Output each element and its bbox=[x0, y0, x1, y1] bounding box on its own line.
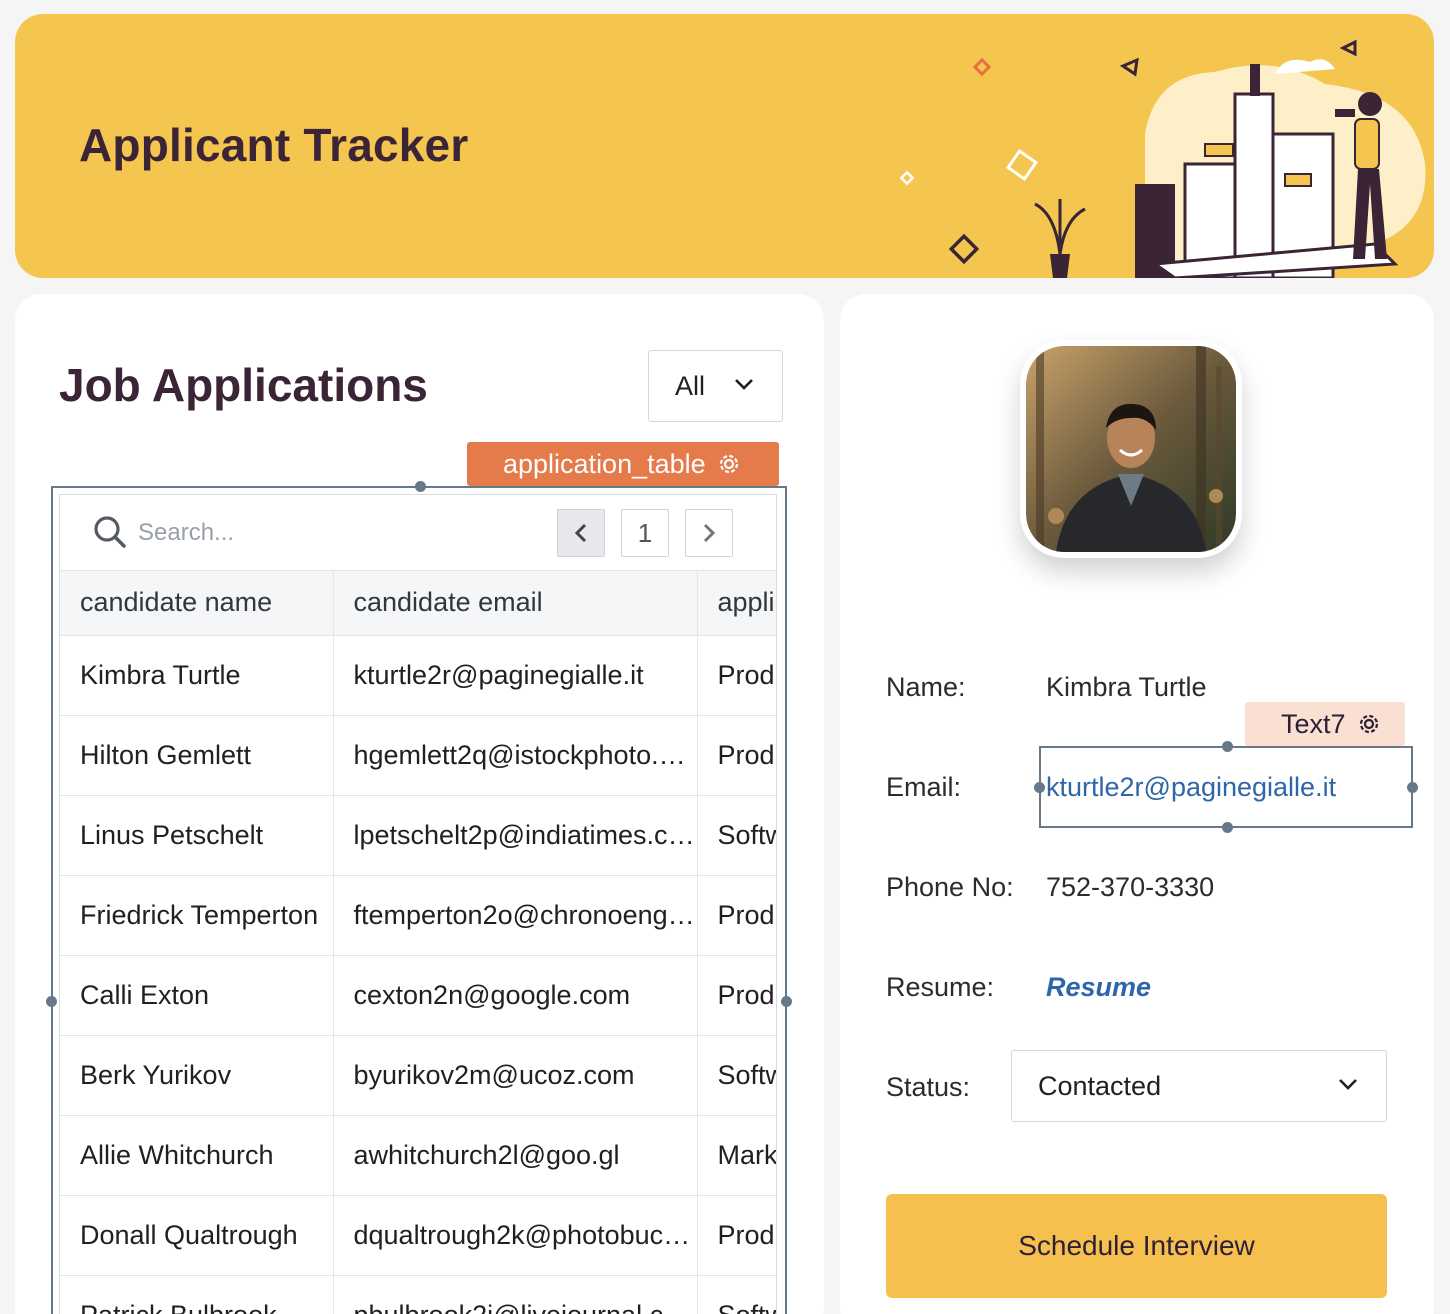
candidate-details-card: Name: Kimbra Turtle Text7 Email: kturtle… bbox=[840, 294, 1434, 1314]
cell-role: Softw bbox=[697, 795, 776, 876]
chevron-left-icon bbox=[574, 523, 587, 543]
filter-selected-value: All bbox=[675, 370, 706, 401]
resize-handle-right[interactable] bbox=[1407, 782, 1418, 793]
table-toolbar: 1 bbox=[60, 495, 776, 571]
cell-email: pbulbrook2j@livejournal.com bbox=[333, 1275, 698, 1314]
cell-name: Hilton Gemlett bbox=[60, 715, 334, 796]
cell-name: Patrick Bulbrook bbox=[60, 1275, 334, 1314]
resume-link[interactable]: Resume bbox=[1046, 972, 1151, 1003]
candidate-photo bbox=[1026, 346, 1236, 552]
resize-handle-top[interactable] bbox=[415, 481, 426, 492]
email-label: Email: bbox=[886, 772, 962, 802]
cell-email: awhitchurch2l@goo.gl bbox=[333, 1115, 698, 1196]
name-value: Kimbra Turtle bbox=[1046, 672, 1207, 702]
cell-email: kturtle2r@paginegialle.it bbox=[333, 635, 698, 716]
cell-name: Donall Qualtrough bbox=[60, 1195, 334, 1276]
cell-name: Linus Petschelt bbox=[60, 795, 334, 876]
email-value[interactable]: kturtle2r@paginegialle.it bbox=[1046, 772, 1336, 803]
application-table[interactable]: 1 candidate name candidate email appli K… bbox=[59, 494, 777, 1314]
chevron-down-icon bbox=[735, 379, 753, 390]
application-table-widget-label[interactable]: application_table bbox=[467, 442, 779, 486]
previous-page-button[interactable] bbox=[557, 509, 605, 557]
widget-name: application_table bbox=[503, 448, 706, 479]
status-select[interactable]: Contacted bbox=[1011, 1050, 1387, 1122]
table-row[interactable]: Calli Exton cexton2n@google.com Prod bbox=[60, 955, 776, 1036]
phone-label: Phone No: bbox=[886, 872, 1014, 902]
cell-email: lpetschelt2p@indiatimes.com bbox=[333, 795, 698, 876]
candidate-avatar bbox=[1020, 340, 1242, 558]
resize-handle-left[interactable] bbox=[1034, 782, 1045, 793]
cell-role: Softw bbox=[697, 1275, 776, 1314]
resize-handle-top[interactable] bbox=[1222, 741, 1233, 752]
cell-name: Calli Exton bbox=[60, 955, 334, 1036]
gear-icon[interactable] bbox=[1358, 713, 1380, 735]
resize-handle-right[interactable] bbox=[781, 996, 792, 1007]
table-search-input[interactable] bbox=[138, 515, 438, 551]
chevron-right-icon bbox=[703, 523, 716, 543]
city-illustration bbox=[899, 39, 1426, 278]
applications-card: Job Applications All application_table 1 bbox=[15, 294, 824, 1314]
cell-role: Prod bbox=[697, 1195, 776, 1276]
resize-handle-bottom[interactable] bbox=[1222, 822, 1233, 833]
table-header-row: candidate name candidate email appli bbox=[60, 571, 776, 636]
table-row[interactable]: Patrick Bulbrook pbulbrook2j@livejournal… bbox=[60, 1275, 776, 1314]
schedule-interview-button[interactable]: Schedule Interview bbox=[886, 1194, 1387, 1298]
table-row[interactable]: Friedrick Temperton ftemperton2o@chronoe… bbox=[60, 875, 776, 956]
cell-email: byurikov2m@ucoz.com bbox=[333, 1035, 698, 1116]
cell-email: ftemperton2o@chronoengine.com bbox=[333, 875, 698, 956]
next-page-button[interactable] bbox=[685, 509, 733, 557]
gear-icon[interactable] bbox=[718, 453, 740, 475]
applications-grid: candidate name candidate email appli Kim… bbox=[60, 571, 776, 1314]
text7-widget-label[interactable]: Text7 bbox=[1245, 702, 1405, 746]
cell-role: Prod bbox=[697, 875, 776, 956]
cell-role: Mark bbox=[697, 1115, 776, 1196]
cell-role: Softw bbox=[697, 1035, 776, 1116]
cell-role: Prod bbox=[697, 955, 776, 1036]
table-row[interactable]: Hilton Gemlett hgemlett2q@istockphoto.co… bbox=[60, 715, 776, 796]
name-label: Name: bbox=[886, 672, 966, 702]
search-icon bbox=[94, 516, 126, 548]
cell-role: Prod bbox=[697, 635, 776, 716]
table-row[interactable]: Donall Qualtrough dqualtrough2k@photobuc… bbox=[60, 1195, 776, 1276]
cell-email: cexton2n@google.com bbox=[333, 955, 698, 1036]
status-selected-value: Contacted bbox=[1038, 1070, 1162, 1101]
table-row[interactable]: Linus Petschelt lpetschelt2p@indiatimes.… bbox=[60, 795, 776, 876]
column-header-application[interactable]: appli bbox=[697, 571, 776, 636]
header-banner: Applicant Tracker bbox=[15, 14, 1434, 278]
applications-filter-select[interactable]: All bbox=[648, 350, 783, 422]
status-label: Status: bbox=[886, 1072, 971, 1102]
cell-role: Prod bbox=[697, 715, 776, 796]
column-header-email[interactable]: candidate email bbox=[333, 571, 698, 636]
table-row[interactable]: Allie Whitchurch awhitchurch2l@goo.gl Ma… bbox=[60, 1115, 776, 1196]
cell-name: Kimbra Turtle bbox=[60, 635, 334, 716]
widget-name: Text7 bbox=[1281, 708, 1346, 739]
app-title: Applicant Tracker bbox=[79, 119, 469, 171]
chevron-down-icon bbox=[1339, 1079, 1357, 1090]
phone-value: 752-370-3330 bbox=[1046, 872, 1215, 902]
current-page-indicator[interactable]: 1 bbox=[621, 509, 669, 557]
applications-title: Job Applications bbox=[59, 359, 428, 411]
resume-label: Resume: bbox=[886, 972, 995, 1002]
cell-name: Berk Yurikov bbox=[60, 1035, 334, 1116]
cell-name: Friedrick Temperton bbox=[60, 875, 334, 956]
table-row[interactable]: Kimbra Turtle kturtle2r@paginegialle.it … bbox=[60, 635, 776, 716]
cell-email: dqualtrough2k@photobucket.com bbox=[333, 1195, 698, 1276]
column-header-name[interactable]: candidate name bbox=[60, 571, 334, 636]
cell-name: Allie Whitchurch bbox=[60, 1115, 334, 1196]
resize-handle-left[interactable] bbox=[46, 996, 57, 1007]
table-row[interactable]: Berk Yurikov byurikov2m@ucoz.com Softw bbox=[60, 1035, 776, 1116]
cell-email: hgemlett2q@istockphoto.com bbox=[333, 715, 698, 796]
